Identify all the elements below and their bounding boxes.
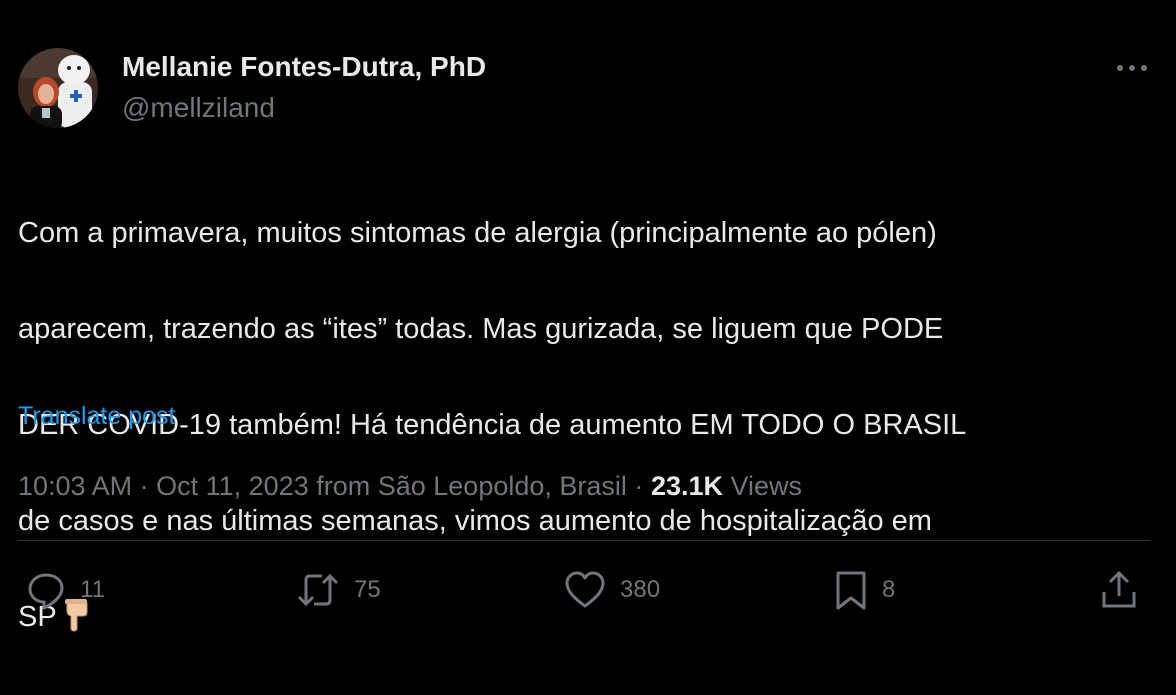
bookmark-count: 8 bbox=[882, 576, 896, 603]
tweet-location: from São Leopoldo, Brasil bbox=[316, 471, 627, 501]
tweet-line: Com a primavera, muitos sintomas de aler… bbox=[18, 217, 937, 249]
reply-icon bbox=[28, 573, 64, 610]
reply-count: 11 bbox=[80, 576, 105, 603]
like-button[interactable]: 380 bbox=[564, 568, 660, 612]
like-count: 380 bbox=[620, 576, 661, 603]
tweet-line: aparecem, trazendo as “ites” todas. Mas … bbox=[18, 313, 944, 345]
tweet-line: DER COVID-19 também! Há tendência de aum… bbox=[18, 409, 967, 441]
more-dots-icon bbox=[1117, 65, 1147, 71]
tweet-time[interactable]: 10:03 AM bbox=[18, 471, 132, 501]
views-label: Views bbox=[730, 471, 803, 501]
tweet-meta: 10:03 AM · Oct 11, 2023 from São Leopold… bbox=[18, 471, 802, 502]
share-icon bbox=[1102, 570, 1136, 608]
tweet-line: de casos e nas últimas semanas, vimos au… bbox=[18, 505, 932, 537]
repost-count: 75 bbox=[354, 576, 381, 603]
share-button[interactable] bbox=[1100, 568, 1138, 612]
views-count[interactable]: 23.1K bbox=[651, 471, 723, 501]
tweet-date[interactable]: Oct 11, 2023 bbox=[156, 471, 309, 501]
tweet-text: Com a primavera, muitos sintomas de aler… bbox=[18, 161, 1158, 695]
avatar[interactable] bbox=[18, 48, 98, 128]
translate-post-link[interactable]: Translate post bbox=[18, 402, 175, 431]
bookmark-icon bbox=[836, 571, 866, 610]
author-display-name[interactable]: Mellanie Fontes-Dutra, PhD bbox=[122, 51, 486, 83]
repost-button[interactable]: 75 bbox=[296, 568, 381, 612]
profile-photo bbox=[18, 48, 98, 128]
meta-separator: · bbox=[634, 471, 644, 501]
divider bbox=[18, 540, 1150, 541]
meta-separator: · bbox=[139, 471, 149, 501]
author-handle[interactable]: @mellziland bbox=[122, 92, 275, 124]
reply-button[interactable]: 11 bbox=[26, 568, 105, 612]
repost-icon bbox=[297, 573, 339, 607]
heart-icon bbox=[565, 571, 605, 608]
more-options-button[interactable] bbox=[1112, 56, 1152, 80]
bookmark-button[interactable]: 8 bbox=[834, 568, 895, 612]
